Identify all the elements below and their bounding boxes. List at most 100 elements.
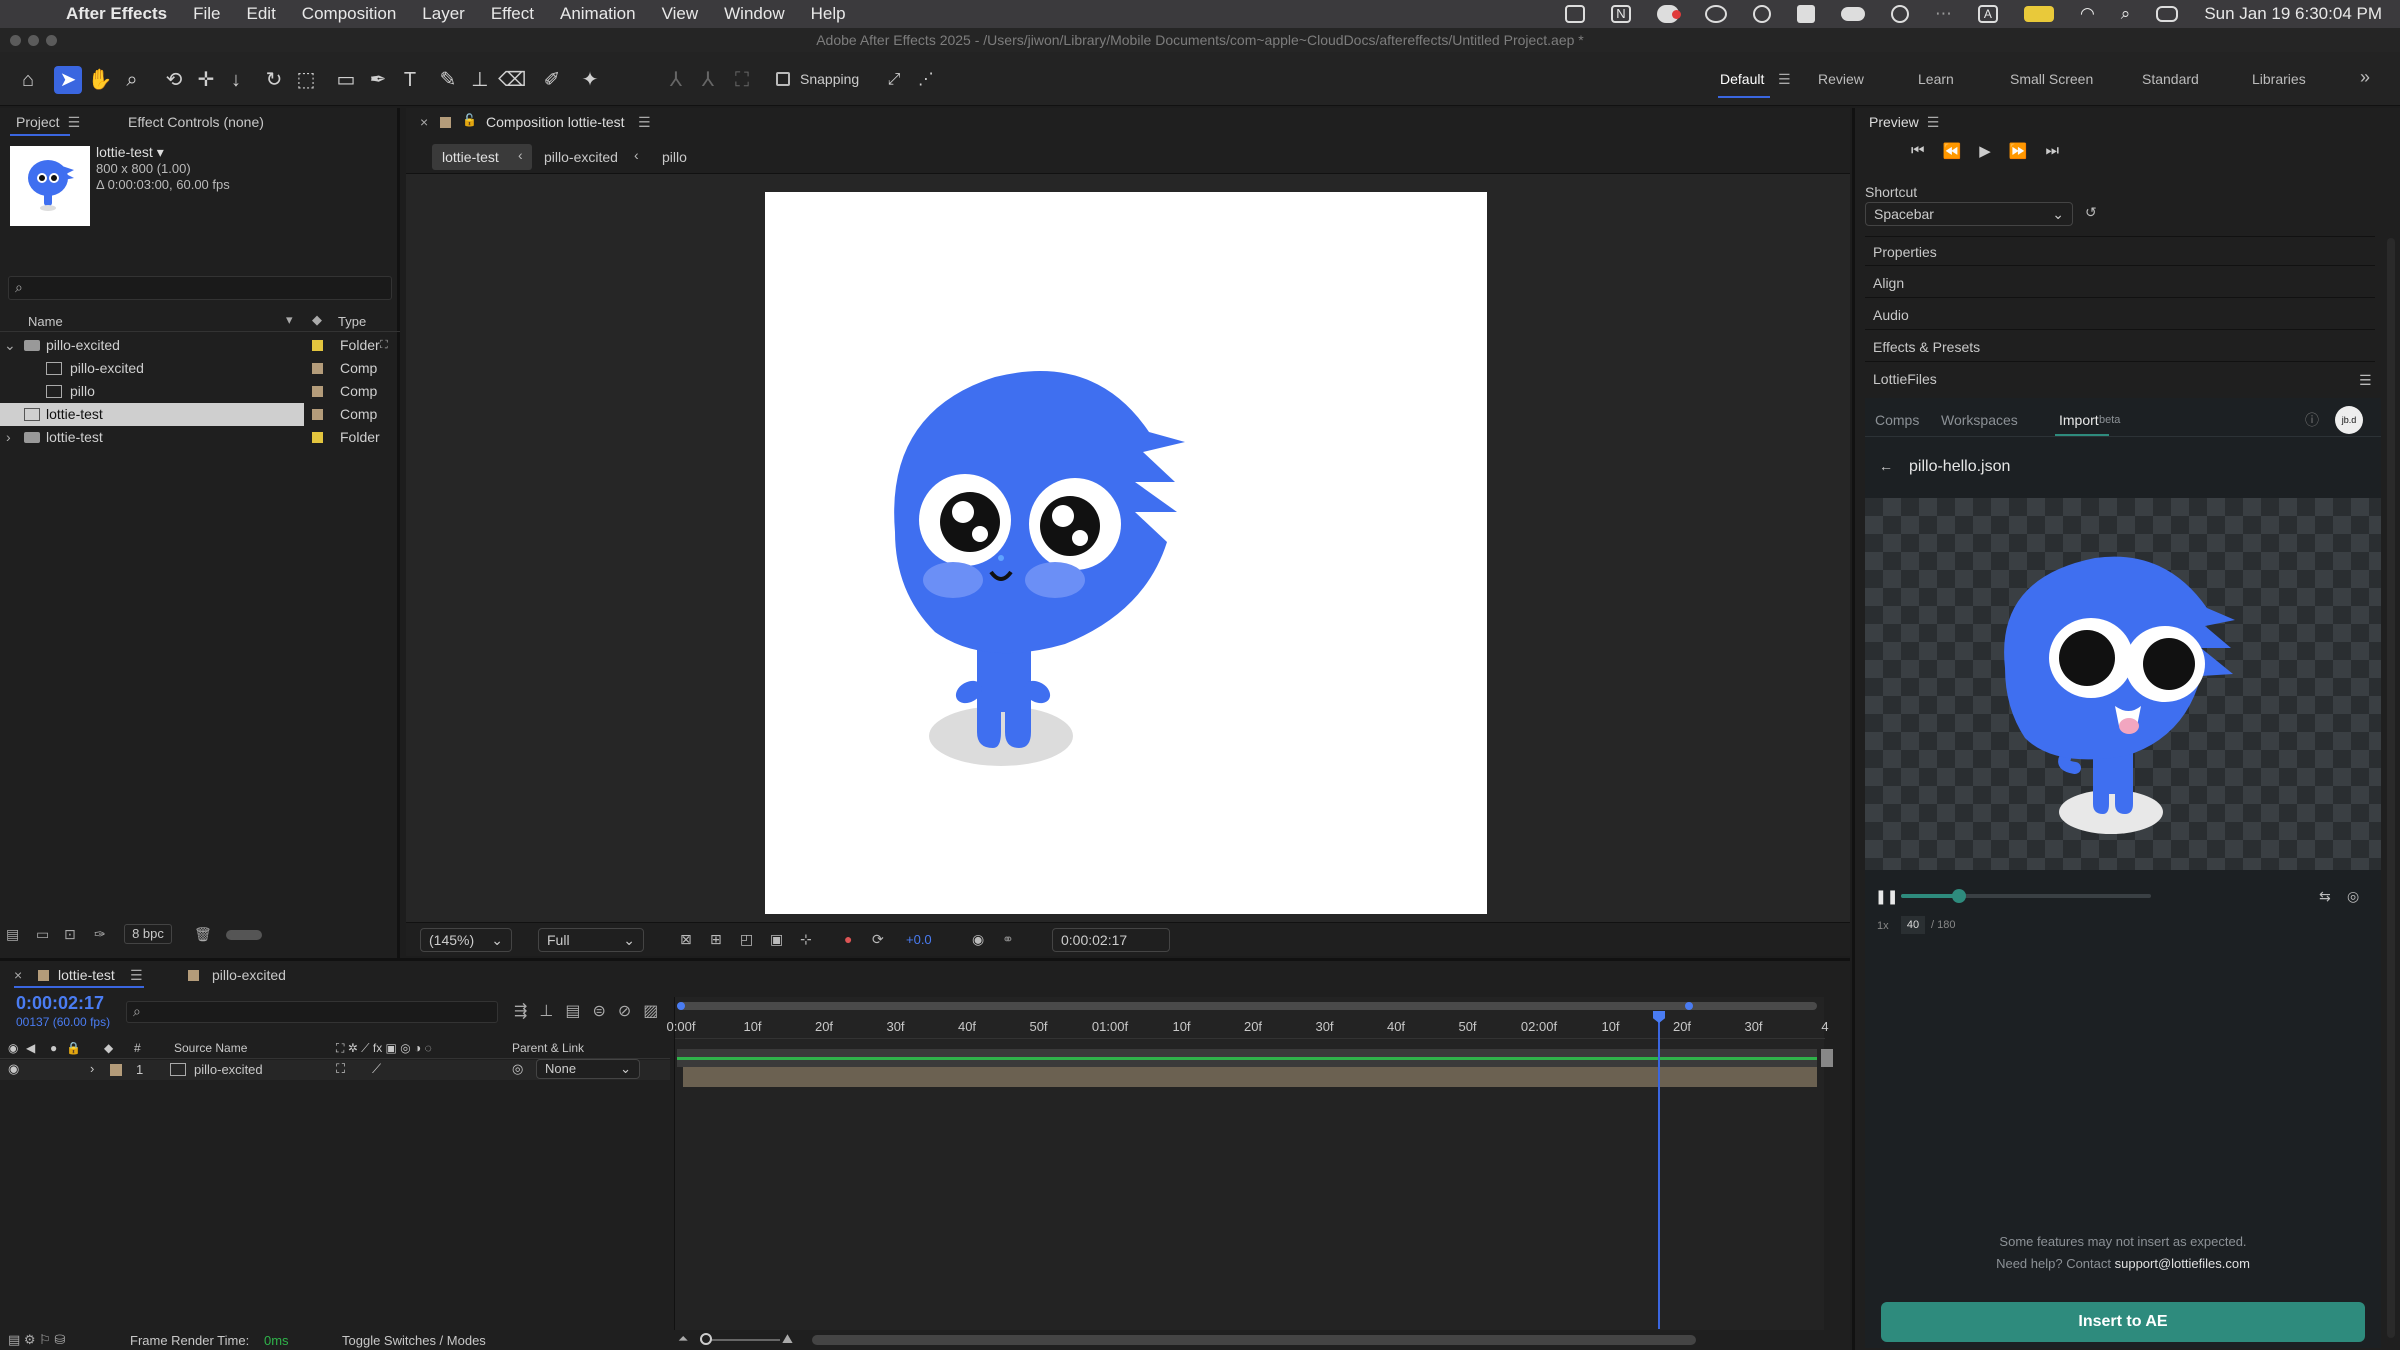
panel-menu-icon[interactable]: ☰ — [130, 967, 143, 984]
menubar-clock[interactable]: Sun Jan 19 6:30:04 PM — [2204, 4, 2382, 24]
shortcut-dropdown[interactable]: Spacebar ⌄ — [1865, 202, 2073, 226]
col-name[interactable]: Name — [28, 314, 63, 329]
label-swatch[interactable] — [312, 363, 323, 374]
label-tag-icon[interactable]: ◆ — [312, 312, 322, 328]
label-swatch[interactable] — [110, 1064, 122, 1076]
breadcrumb-lottie-test[interactable]: lottie-test — [442, 149, 499, 165]
timeline-current-time[interactable]: 0:00:02:17 — [16, 993, 104, 1014]
lock-icon[interactable]: 🔒 — [66, 1041, 81, 1055]
playback-scrubber[interactable] — [1901, 889, 2151, 903]
snapping-checkbox[interactable] — [776, 72, 790, 86]
exposure-value[interactable]: +0.0 — [906, 932, 932, 947]
menu-window[interactable]: Window — [724, 4, 784, 24]
lock-icon[interactable]: 🔓 — [462, 113, 477, 127]
workspace-default[interactable]: Default — [1720, 71, 1764, 87]
snap-features-icon[interactable]: ⋰ — [912, 66, 940, 94]
show-snapshot-icon[interactable]: ⚭ — [1002, 931, 1014, 948]
panel-menu-icon[interactable]: ☰ — [1927, 114, 1940, 131]
current-time-field[interactable]: 0:00:02:17 — [1052, 928, 1170, 952]
workspace-small-screen[interactable]: Small Screen — [2010, 71, 2093, 87]
layer-name[interactable]: pillo-excited — [194, 1062, 263, 1077]
rectangle-tool-icon[interactable]: ▭ — [332, 66, 360, 94]
time-ruler[interactable]: 0:00f 10f 20f 30f 40f 50f 01:00f 10f 20f 30f 40f 50… — [667, 1015, 1829, 1039]
project-tab[interactable]: Project — [16, 114, 60, 130]
more-workspaces-icon[interactable]: » — [2360, 67, 2370, 88]
solo-icon[interactable]: ● — [50, 1041, 57, 1055]
insert-to-ae-button[interactable]: Insert to AE — [1881, 1302, 2365, 1342]
world-axis-icon[interactable]: ⅄ — [694, 66, 722, 94]
menu-file[interactable]: File — [193, 4, 220, 24]
menu-effect[interactable]: Effect — [491, 4, 534, 24]
workspace-libraries[interactable]: Libraries — [2252, 71, 2306, 87]
flowchart-icon[interactable]: ⛶ — [380, 334, 388, 357]
comp-tab-title[interactable]: Composition lottie-test — [486, 114, 625, 130]
layer-duration-bar[interactable] — [683, 1067, 1817, 1087]
effects-presets-panel[interactable]: Effects & Presets — [1865, 332, 2375, 362]
frame-blending-icon[interactable]: ⊜ — [592, 1001, 605, 1021]
work-area-start-handle[interactable] — [677, 1002, 685, 1010]
label-tag-icon[interactable]: ◆ — [104, 1041, 113, 1055]
minimize-window-button[interactable] — [28, 35, 39, 46]
wifi-icon[interactable]: ◠ — [2080, 4, 2095, 24]
collapse-switch-icon[interactable]: ⛶ — [336, 1061, 345, 1077]
project-row[interactable]: ⌄ pillo-excited Folder ⛶ — [0, 334, 400, 357]
parent-dropdown[interactable]: None ⌄ — [536, 1059, 640, 1079]
comp-canvas[interactable] — [765, 192, 1487, 914]
menu-composition[interactable]: Composition — [302, 4, 397, 24]
new-folder-icon[interactable]: ▭ — [36, 926, 49, 943]
battery-icon[interactable] — [2023, 6, 2054, 22]
snapshot-icon[interactable]: ◉ — [972, 931, 984, 948]
workspace-menu-icon[interactable]: ☰ — [1778, 71, 1791, 88]
adjust-icon[interactable]: ✑ — [94, 926, 106, 943]
timeline-tab-lottie-test[interactable]: lottie-test — [58, 967, 115, 983]
disclosure-closed-icon[interactable]: › — [90, 1061, 94, 1076]
pan-behind-tool-icon[interactable]: ⬚ — [292, 66, 320, 94]
hand-tool-icon[interactable]: ✋ — [86, 66, 114, 94]
orbit-tool-icon[interactable]: ⟲ — [160, 66, 188, 94]
last-frame-icon[interactable]: ⏭ — [2045, 142, 2059, 160]
lottiefiles-panel-title[interactable]: LottieFiles — [1865, 364, 2375, 394]
work-area-bar[interactable] — [677, 1002, 1817, 1010]
zoom-dropdown[interactable]: (145%) ⌄ — [420, 928, 512, 952]
render-toggle-icons[interactable]: ▤ ⚙ ⚐ ⛁ — [8, 1332, 65, 1348]
pickwhip-icon[interactable]: ◎ — [512, 1061, 523, 1077]
fast-previews-icon[interactable]: ⊠ — [680, 931, 692, 948]
current-time-indicator[interactable] — [1658, 1013, 1660, 1329]
tab-workspaces[interactable]: Workspaces — [1941, 412, 2018, 428]
record-icon[interactable] — [1656, 5, 1681, 23]
support-email-link[interactable]: support@lottiefiles.com — [2115, 1256, 2250, 1271]
region-of-interest-icon[interactable]: ▣ — [770, 931, 783, 948]
channel-icon[interactable]: ● — [844, 931, 852, 947]
thumbnail-slider[interactable] — [226, 930, 262, 940]
properties-panel[interactable]: Properties — [1865, 236, 2375, 266]
new-comp-icon[interactable]: ⊡ — [64, 926, 76, 943]
project-row-selected[interactable]: lottie-test Comp — [0, 403, 400, 426]
back-arrow-icon[interactable]: ← — [1879, 458, 1893, 474]
right-panel-scrollbar[interactable] — [2387, 238, 2395, 1338]
hide-shy-icon[interactable]: ▤ — [565, 1001, 580, 1021]
tab-import[interactable]: Import — [2059, 412, 2099, 428]
menu-app[interactable]: After Effects — [66, 4, 167, 24]
layer-row[interactable]: ◉ › 1 pillo-excited ⛶ ⟋ ◎ None ⌄ — [0, 1059, 670, 1080]
toggle-switches-modes-button[interactable]: Toggle Switches / Modes — [342, 1333, 486, 1348]
mask-path-icon[interactable]: ◰ — [740, 931, 753, 948]
item-name[interactable]: lottie-test ▾ — [96, 144, 164, 161]
search-icon[interactable]: ⌕ — [2121, 4, 2131, 24]
dolly-tool-icon[interactable]: ↓ — [222, 66, 250, 94]
rotate-tool-icon[interactable]: ↻ — [260, 66, 288, 94]
timeline-tab-pillo-excited[interactable]: pillo-excited — [212, 967, 286, 983]
type-tool-icon[interactable]: T — [396, 66, 424, 94]
disclosure-closed-icon[interactable]: › — [6, 426, 11, 449]
status-icon[interactable] — [1564, 5, 1585, 23]
visibility-icon[interactable]: ◉ — [8, 1041, 18, 1055]
project-row[interactable]: pillo-excited Comp — [0, 357, 400, 380]
close-window-button[interactable] — [10, 35, 21, 46]
label-swatch[interactable] — [312, 340, 323, 351]
avatar[interactable]: jb.d — [2335, 406, 2363, 434]
label-swatch[interactable] — [312, 386, 323, 397]
zoom-window-button[interactable] — [46, 35, 57, 46]
time-graph[interactable]: 0:00f 10f 20f 30f 40f 50f 01:00f 10f 20f 30f 40f 50… — [667, 997, 1833, 1331]
tab-comps[interactable]: Comps — [1875, 412, 1919, 428]
frame-input[interactable]: 40 — [1901, 916, 1925, 934]
breadcrumb-pillo-excited[interactable]: pillo-excited — [544, 149, 618, 165]
